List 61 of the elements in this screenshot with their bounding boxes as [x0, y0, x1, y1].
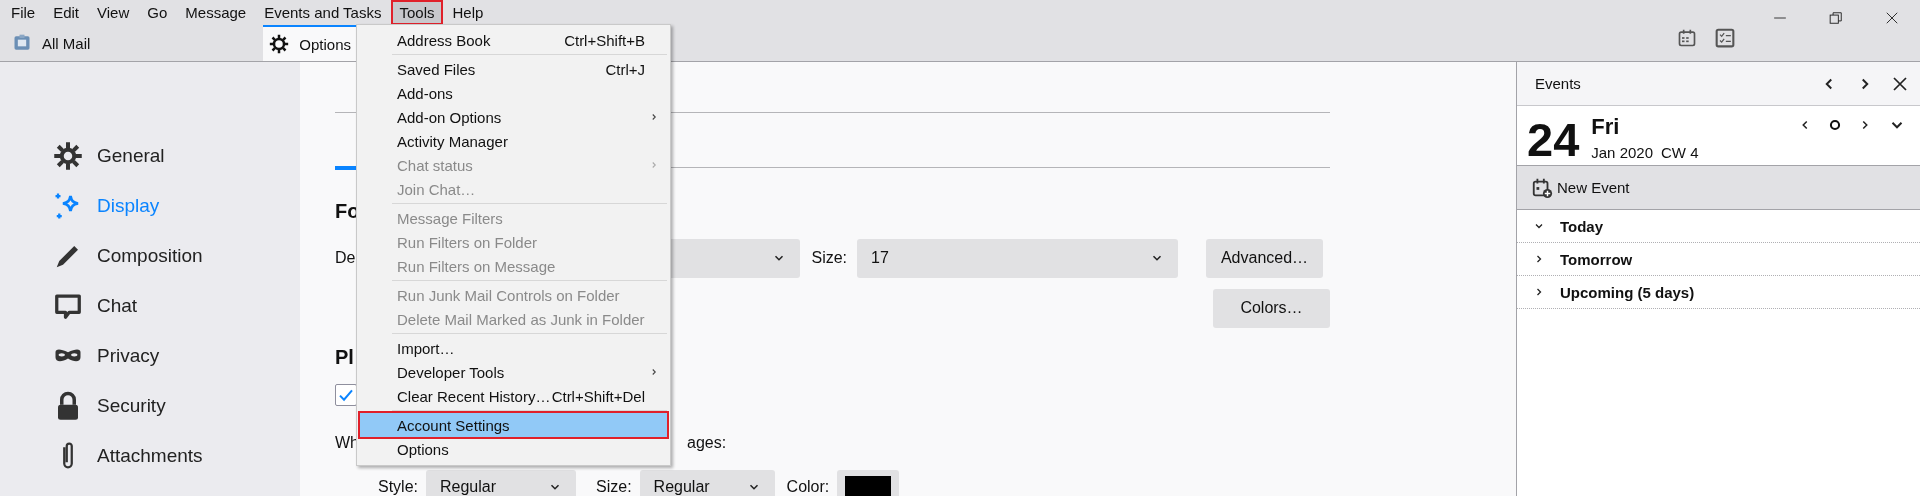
sidebar-item[interactable]: General — [0, 131, 300, 181]
shortcut-label: Ctrl+J — [605, 60, 645, 78]
field-label: De — [335, 249, 356, 267]
month-year: Jan 2020 — [1591, 144, 1653, 161]
field-label: Size: — [811, 249, 848, 267]
tab-indicator — [335, 166, 357, 170]
menu-item[interactable]: Clear Recent History…Ctrl+Shift+Del — [360, 384, 667, 408]
restore-icon — [1829, 11, 1843, 25]
advanced-button[interactable]: Advanced… — [1206, 238, 1324, 278]
checkmark-icon — [338, 387, 354, 403]
style-dropdown[interactable]: Regular — [426, 470, 576, 496]
event-group-row[interactable]: Today — [1517, 210, 1920, 243]
date-number: 24 — [1527, 116, 1580, 163]
field-label: ages: — [687, 434, 727, 452]
menu-item[interactable]: Events and Tasks — [256, 0, 390, 25]
field-label: Color: — [786, 478, 830, 496]
speech-bubble-icon — [53, 291, 83, 321]
calendar-icon[interactable] — [1677, 28, 1697, 48]
menu-item[interactable]: Message — [177, 0, 255, 25]
menu-item[interactable]: Options — [360, 437, 667, 461]
menu-item[interactable]: Edit — [45, 0, 88, 25]
menu-item[interactable]: Import… — [360, 336, 667, 360]
close-icon[interactable] — [1892, 75, 1908, 92]
close-icon — [1885, 11, 1899, 25]
size-dropdown[interactable]: Regular — [639, 470, 775, 496]
menu-item[interactable]: Help — [444, 0, 492, 25]
sidebar-item[interactable]: Security — [0, 381, 300, 431]
sidebar-item[interactable]: Attachments — [0, 431, 300, 481]
weekday: Fri — [1591, 114, 1621, 140]
new-event-button[interactable]: New Event — [1517, 166, 1920, 210]
event-group-row[interactable]: Upcoming (5 days) — [1517, 276, 1920, 309]
menu-item[interactable]: Developer Tools — [360, 360, 667, 384]
colors-button[interactable]: Colors… — [1213, 288, 1330, 328]
menu-item[interactable]: Account Settings — [360, 413, 667, 437]
field-label: Size: — [596, 478, 632, 496]
menu-item[interactable]: Go — [139, 0, 176, 25]
event-group-row[interactable]: Tomorrow — [1517, 243, 1920, 276]
sidebar-item[interactable]: Composition — [0, 231, 300, 281]
menu-item[interactable]: View — [89, 0, 138, 25]
today-icon[interactable] — [1828, 118, 1842, 132]
sidebar-item[interactable]: Chat — [0, 281, 300, 331]
size-dropdown[interactable]: 17 — [857, 238, 1179, 278]
sidebar-item[interactable]: Privacy — [0, 331, 300, 381]
section-heading: Pl — [335, 346, 354, 370]
shortcut-label: Ctrl+Shift+B — [564, 31, 645, 49]
menu-item[interactable]: Add-ons — [360, 81, 667, 105]
color-picker[interactable] — [837, 470, 900, 496]
gear-icon — [53, 141, 83, 171]
menu-item[interactable]: File — [3, 0, 44, 25]
checkbox[interactable] — [335, 384, 357, 406]
calendar-add-icon — [1531, 176, 1553, 199]
panel-title: Events — [1535, 75, 1582, 92]
field-label: Style: — [378, 478, 418, 496]
menu-item[interactable]: Add-on Options — [360, 105, 667, 129]
shortcut-label: Ctrl+Shift+Del — [551, 387, 645, 405]
menu-item[interactable]: Tools — [391, 0, 443, 25]
menu-item[interactable]: Activity Manager — [360, 129, 667, 153]
tab[interactable]: All Mail — [6, 25, 103, 61]
task-list-icon[interactable] — [1715, 28, 1735, 48]
gear-icon — [269, 34, 290, 54]
calendar-week: CW 4 — [1661, 144, 1699, 161]
